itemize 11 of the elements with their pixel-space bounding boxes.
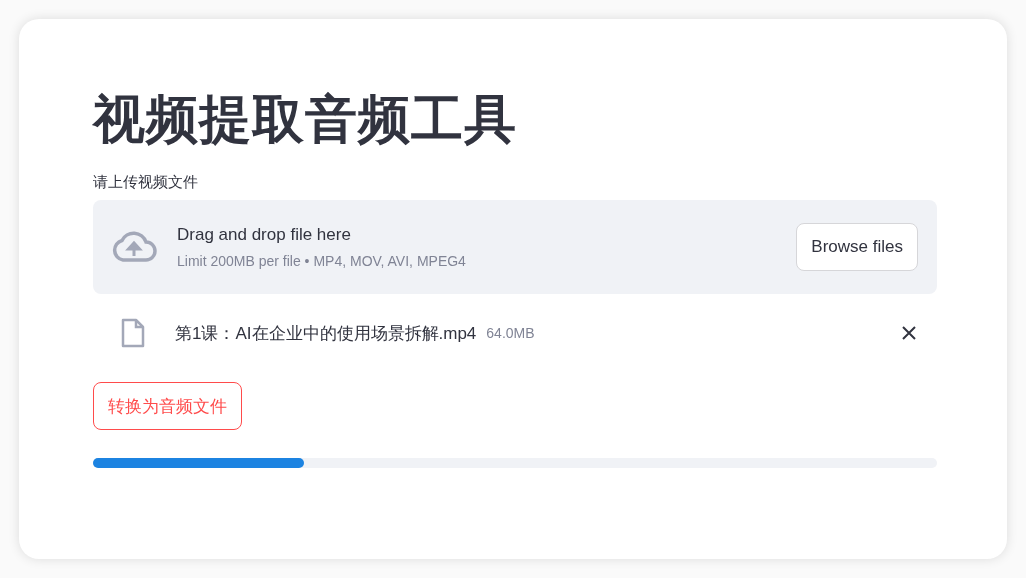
file-name: 第1课：AI在企业中的使用场景拆解.mp4: [175, 322, 477, 345]
close-icon[interactable]: [901, 325, 917, 341]
dropzone[interactable]: Drag and drop file here Limit 200MB per file • MP4, MOV, AVI, MPEG4 Browse files: [93, 200, 937, 294]
cloud-upload-icon: [111, 231, 157, 263]
limit-text: Limit 200MB per file • MP4, MOV, AVI, MPEG4: [177, 253, 466, 269]
file-icon: [121, 318, 145, 348]
page-title: 视频提取音频工具: [93, 89, 517, 150]
browse-files-button[interactable]: Browse files: [796, 223, 918, 271]
uploader-label: 请上传视频文件: [93, 173, 198, 192]
file-size: 64.0MB: [486, 325, 536, 341]
dropzone-text: Drag and drop file here: [177, 225, 351, 245]
